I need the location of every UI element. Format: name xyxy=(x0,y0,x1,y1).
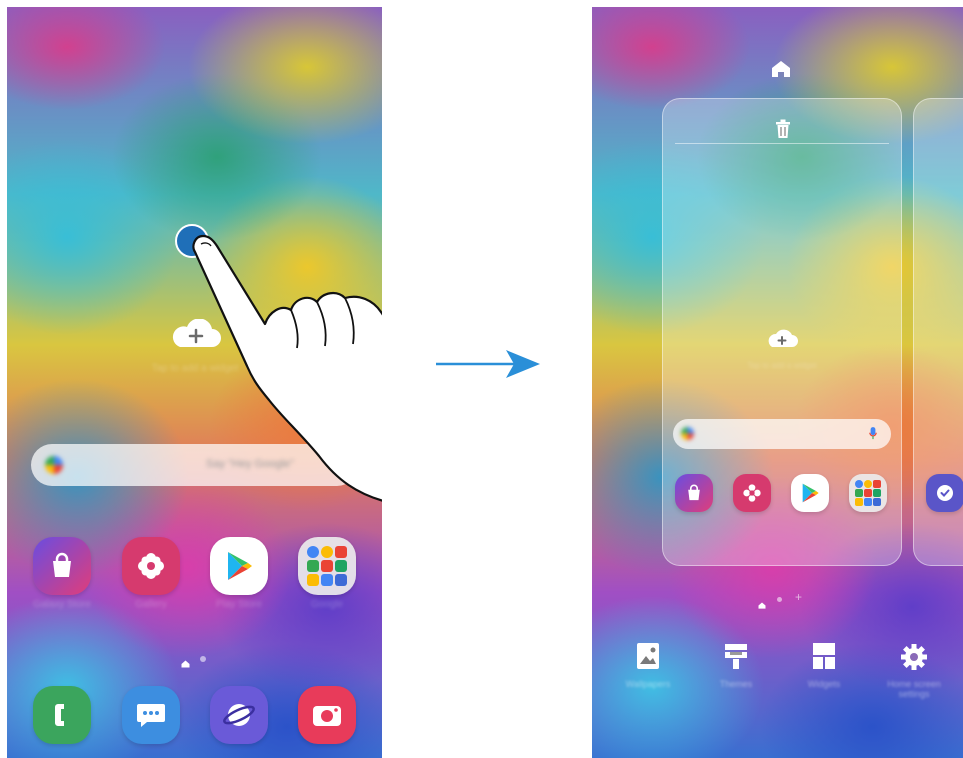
google-logo-icon xyxy=(45,456,63,474)
planet-icon xyxy=(223,704,255,726)
next-page-preview-panel[interactable] xyxy=(913,98,963,566)
home-screen-edit-mode: Tap to add a widget + Wallpapers Themes … xyxy=(592,7,963,758)
shopping-bag-icon xyxy=(53,552,71,577)
panel-divider xyxy=(675,143,889,144)
home-page-indicator-icon xyxy=(758,596,766,614)
flower-icon xyxy=(138,553,164,579)
wallpapers-label: Wallpapers xyxy=(625,679,671,689)
flower-icon xyxy=(743,484,761,502)
camera-icon xyxy=(313,706,341,726)
folder-grid-icon xyxy=(307,546,347,586)
internet-app[interactable] xyxy=(210,686,268,744)
gallery-app[interactable] xyxy=(733,474,771,512)
gallery-app[interactable] xyxy=(122,537,180,595)
trash-icon[interactable] xyxy=(775,119,791,144)
add-page-icon[interactable]: + xyxy=(795,590,802,604)
wallpapers-icon[interactable] xyxy=(636,642,660,675)
galaxy-store-app[interactable] xyxy=(675,474,713,512)
play-store-app[interactable] xyxy=(791,474,829,512)
app-label: Play Store xyxy=(215,599,263,610)
home-screen-settings-label: Home screen settings xyxy=(887,679,941,699)
play-triangle-icon xyxy=(802,483,819,503)
widgets-label: Widgets xyxy=(807,679,841,689)
camera-app[interactable] xyxy=(298,686,356,744)
phone-app[interactable] xyxy=(33,686,91,744)
transition-arrow-icon xyxy=(436,350,540,378)
microphone-icon[interactable] xyxy=(869,427,877,445)
messages-app[interactable] xyxy=(122,686,180,744)
gear-icon[interactable] xyxy=(900,643,928,676)
add-widget-label: Tap to add a widget xyxy=(747,361,817,370)
clock-icon xyxy=(937,485,953,501)
widgets-icon[interactable] xyxy=(812,642,836,675)
app-label: Google xyxy=(310,599,344,610)
themes-icon[interactable] xyxy=(724,642,748,675)
google-folder-app[interactable] xyxy=(849,474,887,512)
clock-app[interactable] xyxy=(926,474,963,512)
google-logo-icon xyxy=(681,427,694,440)
google-search-bar[interactable] xyxy=(673,419,891,449)
shopping-bag-icon xyxy=(688,484,700,501)
add-widget-cloud-icon[interactable] xyxy=(765,329,799,354)
app-label: Gallery xyxy=(135,599,167,610)
home-screen-normal: Tap to add a widget Say "Hey Google" Gal… xyxy=(7,7,382,758)
phone-handset-icon xyxy=(55,704,64,726)
home-icon[interactable] xyxy=(771,60,791,83)
pointing-hand-icon xyxy=(192,234,382,502)
play-store-app[interactable] xyxy=(210,537,268,595)
google-folder-app[interactable] xyxy=(298,537,356,595)
chat-bubble-icon xyxy=(137,704,165,727)
home-page-indicator-icon xyxy=(181,655,190,673)
page-dot[interactable] xyxy=(777,597,782,602)
themes-label: Themes xyxy=(719,679,753,689)
app-label: Galaxy Store xyxy=(33,599,91,610)
page-dot[interactable] xyxy=(200,656,206,662)
folder-grid-icon xyxy=(855,480,881,506)
home-page-preview-panel[interactable]: Tap to add a widget xyxy=(662,98,902,566)
play-triangle-icon xyxy=(228,552,252,580)
galaxy-store-app[interactable] xyxy=(33,537,91,595)
